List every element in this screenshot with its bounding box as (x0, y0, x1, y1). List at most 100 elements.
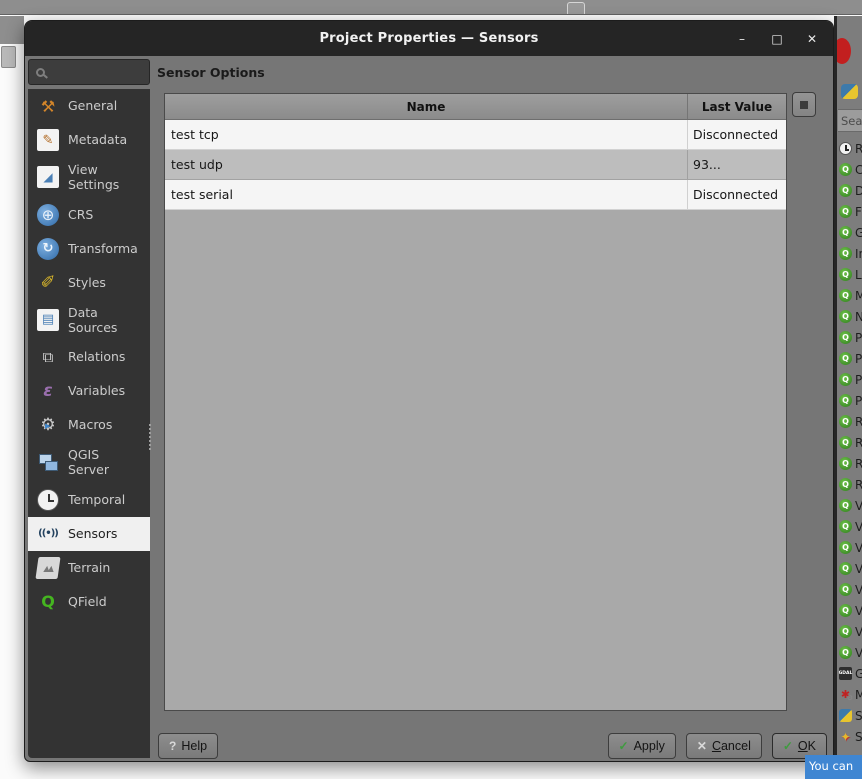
toolbox-group-item[interactable]: V (839, 579, 862, 600)
toolbox-group-item[interactable]: L (839, 264, 862, 285)
styles-icon (37, 272, 59, 294)
table-row[interactable]: test serial Disconnected (165, 180, 786, 210)
toolbox-group-item[interactable]: F (839, 201, 862, 222)
toolbox-group-item[interactable]: P (839, 327, 862, 348)
sidebar-item-relations[interactable]: Relations (28, 340, 150, 374)
sidebar-item-qfield[interactable]: QField (28, 585, 150, 619)
toolbar-button[interactable] (303, 2, 321, 14)
toolbar-button[interactable] (204, 2, 222, 14)
toolbox-group-item[interactable]: In (839, 243, 862, 264)
toolbar-button[interactable] (402, 2, 420, 14)
sidebar-item-label: Metadata (68, 132, 128, 148)
sidebar-item-crs[interactable]: CRS (28, 198, 150, 232)
toolbox-group-item[interactable]: R (839, 474, 862, 495)
toolbar-button[interactable] (600, 2, 618, 14)
toolbox-group-item[interactable]: V (839, 600, 862, 621)
sidebar-splitter-handle[interactable] (149, 424, 153, 450)
sidebar-item-terrain[interactable]: Terrain (28, 551, 150, 585)
toolbar-button[interactable] (633, 2, 651, 14)
toolbox-group-item[interactable]: P (839, 369, 862, 390)
maximize-button[interactable]: □ (770, 32, 784, 46)
toolbar-button[interactable] (39, 2, 57, 14)
toolbar-button[interactable] (6, 2, 24, 14)
toolbar-button[interactable] (171, 2, 189, 14)
sidebar-item-metadata[interactable]: Metadata (28, 123, 150, 157)
toolbox-group-item[interactable]: R (839, 411, 862, 432)
toolbox-group-item[interactable]: S (839, 705, 862, 726)
apply-button[interactable]: ✓ Apply (607, 733, 676, 759)
sensors-icon (37, 523, 59, 545)
toolbar-button[interactable] (534, 2, 552, 14)
toolbox-group-item[interactable]: V (839, 642, 862, 663)
toolbox-group-item[interactable]: V (839, 537, 862, 558)
toolbox-group-item[interactable]: M (839, 684, 862, 705)
sidebar-item-transformations[interactable]: Transforma (28, 232, 150, 266)
toolbox-group-item[interactable]: R (839, 453, 862, 474)
toolbar-button[interactable] (567, 2, 585, 14)
sidebar-item-general[interactable]: General (28, 89, 150, 123)
toolbox-group-label: V (855, 583, 862, 597)
help-button[interactable]: ? Help (158, 733, 219, 759)
table-row[interactable]: test tcp Disconnected (165, 120, 786, 150)
toolbox-group-item[interactable]: S (839, 726, 862, 747)
toolbox-group-item[interactable]: G (839, 663, 862, 684)
toolbar-button[interactable] (237, 2, 255, 14)
dialog-button-row: ? Help ✓ Apply ✕ Cancel ✓ OK (25, 733, 827, 760)
toolbox-search-input[interactable]: Sea (838, 109, 862, 132)
column-header-name[interactable]: Name (165, 94, 687, 119)
toolbox-group-item[interactable]: P (839, 390, 862, 411)
sidebar-search-input[interactable] (28, 59, 150, 85)
qgis-screen: Project Properties — Sensors – □ ✕ Gener… (0, 0, 862, 779)
toolbox-group-item[interactable]: P (839, 348, 862, 369)
sidebar-item-temporal[interactable]: Temporal (28, 483, 150, 517)
sidebar-item-macros[interactable]: Macros (28, 408, 150, 442)
close-button[interactable]: ✕ (805, 32, 819, 46)
sidebar-item-view-settings[interactable]: View Settings (28, 157, 150, 198)
sidebar-item-styles[interactable]: Styles (28, 266, 150, 300)
relations-icon (37, 346, 59, 368)
toolbox-group-label: R (855, 415, 862, 429)
toolbar-button[interactable] (666, 2, 684, 14)
toolbox-group-item[interactable]: N (839, 306, 862, 327)
column-header-last-value[interactable]: Last Value (687, 94, 786, 119)
toolbox-group-item[interactable]: R (839, 432, 862, 453)
cross-icon: ✕ (696, 739, 707, 753)
sidebar-item-sensors[interactable]: Sensors (28, 516, 150, 551)
toolbox-group-item[interactable]: V (839, 495, 862, 516)
toolbox-group-item[interactable]: V (839, 621, 862, 642)
toolbox-group-item[interactable]: M (839, 285, 862, 306)
toolbar-button[interactable] (369, 2, 387, 14)
qgis-icon (839, 478, 852, 491)
toolbar-button[interactable] (270, 2, 288, 14)
toolbox-group-item[interactable]: D (839, 180, 862, 201)
sidebar-item-label: View Settings (68, 162, 120, 193)
sidebar-item-variables[interactable]: Variables (28, 374, 150, 408)
toolbar-button[interactable] (336, 2, 354, 14)
minimize-button[interactable]: – (735, 32, 749, 46)
variables-icon (37, 380, 59, 402)
toolbox-group-item[interactable]: V (839, 558, 862, 579)
qgis-icon (839, 310, 852, 323)
sidebar-item-label: Macros (68, 417, 113, 433)
toolbar-button[interactable] (72, 2, 90, 14)
toolbar-button[interactable] (501, 2, 519, 14)
toolbox-group-list: R C D F G (839, 138, 862, 747)
python-icon[interactable] (841, 84, 858, 99)
dialog-titlebar[interactable]: Project Properties — Sensors – □ ✕ (25, 21, 833, 56)
sidebar-item-qgis-server[interactable]: QGIS Server (28, 442, 150, 483)
toolbar-button[interactable] (105, 2, 123, 14)
table-row[interactable]: test udp 93... (165, 150, 786, 180)
toolbar-button[interactable] (468, 2, 486, 14)
table-corner-button[interactable] (792, 92, 816, 117)
toolbar-button[interactable] (435, 2, 453, 14)
qfield-icon (37, 591, 59, 613)
qgis-icon (839, 331, 852, 344)
toolbox-group-item[interactable]: C (839, 159, 862, 180)
toolbox-group-item[interactable]: R (839, 138, 862, 159)
sidebar-item-data-sources[interactable]: Data Sources (28, 300, 150, 341)
qgis-icon (839, 394, 852, 407)
toolbox-group-item[interactable]: G (839, 222, 862, 243)
cancel-button[interactable]: ✕ Cancel (685, 733, 762, 759)
toolbox-group-item[interactable]: V (839, 516, 862, 537)
toolbar-button[interactable] (138, 2, 156, 14)
